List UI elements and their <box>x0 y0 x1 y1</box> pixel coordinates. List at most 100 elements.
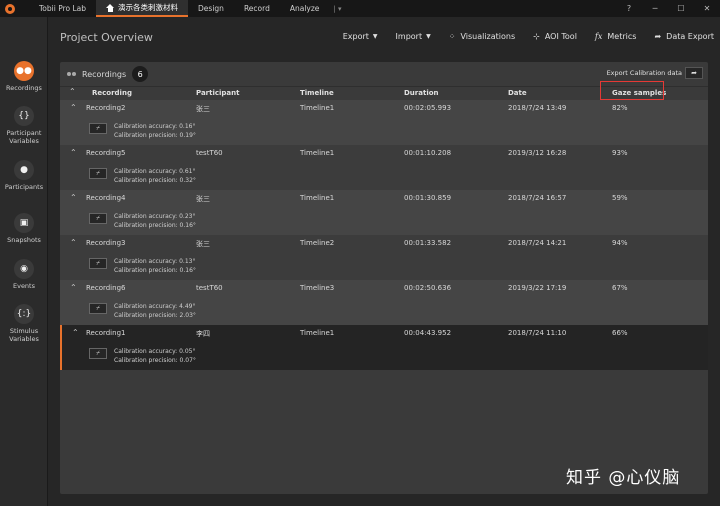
chevron-up-icon[interactable]: ⌃ <box>70 238 77 247</box>
cell-date: 2019/3/12 16:28 <box>508 149 567 157</box>
sidebar-item-stimulus-variables[interactable]: {:} Stimulus Variables <box>0 304 48 343</box>
sidebar-item-label: Events <box>12 282 35 290</box>
table-row-selected[interactable]: ⌃ Recording1 李四 Timeline1 00:04:43.952 2… <box>60 325 708 370</box>
recordings-icon: ●● <box>14 61 34 81</box>
cell-duration: 00:02:50.636 <box>404 284 452 292</box>
tab-analyze[interactable]: Analyze <box>280 0 330 17</box>
column-recording[interactable]: Recording <box>92 89 132 97</box>
sidebar-item-label: Participants <box>4 183 44 191</box>
table-row[interactable]: ⌃ Recording6 testT60 Timeline3 00:02:50.… <box>60 280 708 325</box>
calibration-plot-button[interactable]: ⌿ <box>89 123 107 134</box>
table-row[interactable]: ⌃ Recording2 张三 Timeline1 00:02:05.993 2… <box>60 100 708 145</box>
cell-participant: 张三 <box>196 105 210 113</box>
aoi-tool-button[interactable]: ⊹ AOI Tool <box>533 32 577 41</box>
sidebar-item-label: Snapshots <box>7 236 41 244</box>
data-export-button[interactable]: ➦ Data Export <box>654 32 714 41</box>
calibration-info: Calibration accuracy: 0.16° Calibration … <box>114 122 196 140</box>
sidebar-item-label: Recordings <box>6 84 42 92</box>
visualizations-icon: ⁘ <box>448 32 456 41</box>
chevron-up-icon[interactable]: ⌃ <box>70 283 77 292</box>
calibration-precision: Calibration precision: 0.07° <box>114 357 196 364</box>
sidebar-item-participant-variables[interactable]: {} Participant Variables <box>0 106 48 145</box>
cell-duration: 00:04:43.952 <box>404 329 452 337</box>
sidebar: ●● Recordings {} Participant Variables ●… <box>0 17 48 506</box>
export-label: Export <box>342 32 369 41</box>
cell-date: 2018/7/24 14:21 <box>508 239 567 247</box>
home-icon <box>106 3 115 12</box>
minimize-icon[interactable]: ─ <box>642 0 668 17</box>
data-export-label: Data Export <box>666 32 714 41</box>
column-duration[interactable]: Duration <box>404 89 439 97</box>
import-label: Import <box>395 32 423 41</box>
calibration-plot-button[interactable]: ⌿ <box>89 168 107 179</box>
tab-project[interactable]: 演示各类刺激材料 <box>96 0 189 17</box>
table-header: ⌃ Recording Participant Timeline Duratio… <box>60 81 708 100</box>
sidebar-item-snapshots[interactable]: ▣ Snapshots <box>0 213 48 244</box>
highlight-box <box>600 81 664 100</box>
calibration-accuracy: Calibration accuracy: 4.49° <box>114 303 196 310</box>
calibration-precision: Calibration precision: 0.16° <box>114 222 196 229</box>
collapse-all-icon[interactable]: ⌃ <box>69 87 76 96</box>
column-participant[interactable]: Participant <box>196 89 239 97</box>
calibration-info: Calibration accuracy: 4.49° Calibration … <box>114 302 196 320</box>
cell-gaze: 67% <box>612 284 628 292</box>
cell-participant: 李四 <box>196 330 210 338</box>
calibration-precision: Calibration precision: 0.32° <box>114 177 196 184</box>
calibration-plot-button[interactable]: ⌿ <box>89 348 107 359</box>
metrics-button[interactable]: fx Metrics <box>595 32 637 41</box>
import-menu[interactable]: Import ▼ <box>396 32 431 41</box>
calibration-info: Calibration accuracy: 0.05° Calibration … <box>114 347 196 365</box>
close-icon[interactable]: ✕ <box>694 0 720 17</box>
sidebar-item-events[interactable]: ◉ Events <box>0 259 48 290</box>
help-icon[interactable]: ? <box>616 0 642 17</box>
table-row[interactable]: ⌃ Recording5 testT60 Timeline1 00:01:10.… <box>60 145 708 190</box>
calibration-accuracy: Calibration accuracy: 0.05° <box>114 348 196 355</box>
export-menu[interactable]: Export ▼ <box>343 32 378 41</box>
chevron-up-icon[interactable]: ⌃ <box>72 328 79 337</box>
column-timeline[interactable]: Timeline <box>300 89 334 97</box>
main-area: Project Overview Export ▼ Import ▼ ⁘ Vis… <box>48 17 720 506</box>
calibration-info: Calibration accuracy: 0.61° Calibration … <box>114 167 196 185</box>
toolbar: Export ▼ Import ▼ ⁘ Visualizations ⊹ AOI… <box>325 32 714 41</box>
calibration-plot-button[interactable]: ⌿ <box>89 258 107 269</box>
sidebar-item-recordings[interactable]: ●● Recordings <box>0 61 48 92</box>
tab-project-label: 演示各类刺激材料 <box>118 3 179 12</box>
calibration-plot-button[interactable]: ⌿ <box>89 213 107 224</box>
visualizations-button[interactable]: ⁘ Visualizations <box>449 32 515 41</box>
cell-duration: 00:01:30.859 <box>404 194 452 202</box>
tab-record[interactable]: Record <box>234 0 280 17</box>
stimulus-variables-icon: {:} <box>14 304 34 324</box>
tobii-logo-icon <box>5 3 15 14</box>
calibration-plot-button[interactable]: ⌿ <box>89 303 107 314</box>
panel-title: Recordings <box>82 69 127 79</box>
page-title: Project Overview <box>60 31 153 44</box>
cell-duration: 00:01:10.208 <box>404 149 452 157</box>
snapshots-icon: ▣ <box>14 213 34 233</box>
cell-date: 2018/7/24 16:57 <box>508 194 567 202</box>
calibration-precision: Calibration precision: 2.03° <box>114 312 196 319</box>
cell-recording: Recording4 <box>86 194 126 202</box>
aoi-tool-label: AOI Tool <box>544 32 577 41</box>
cell-gaze: 94% <box>612 239 628 247</box>
tab-menu-caret-icon[interactable]: | ▾ <box>329 5 345 13</box>
table-row[interactable]: ⌃ Recording3 张三 Timeline2 00:01:33.582 2… <box>60 235 708 280</box>
cell-timeline: Timeline3 <box>300 284 335 292</box>
sidebar-item-participants[interactable]: ● Participants <box>0 160 48 191</box>
calibration-accuracy: Calibration accuracy: 0.23° <box>114 213 196 220</box>
sidebar-item-label: Participant Variables <box>6 129 42 145</box>
calibration-precision: Calibration precision: 0.16° <box>114 267 196 274</box>
chevron-up-icon[interactable]: ⌃ <box>70 193 77 202</box>
calibration-accuracy: Calibration accuracy: 0.61° <box>114 168 196 175</box>
tab-design[interactable]: Design <box>188 0 234 17</box>
export-calibration-button[interactable]: ➦ <box>685 67 703 79</box>
column-date[interactable]: Date <box>508 89 527 97</box>
window-controls: ? ─ ☐ ✕ <box>616 0 720 17</box>
cell-recording: Recording1 <box>86 329 126 337</box>
chevron-up-icon[interactable]: ⌃ <box>70 148 77 157</box>
table-row[interactable]: ⌃ Recording4 张三 Timeline1 00:01:30.859 2… <box>60 190 708 235</box>
maximize-icon[interactable]: ☐ <box>668 0 694 17</box>
chevron-up-icon[interactable]: ⌃ <box>70 103 77 112</box>
cell-timeline: Timeline2 <box>300 239 335 247</box>
cell-recording: Recording2 <box>86 104 126 112</box>
cell-duration: 00:01:33.582 <box>404 239 452 247</box>
